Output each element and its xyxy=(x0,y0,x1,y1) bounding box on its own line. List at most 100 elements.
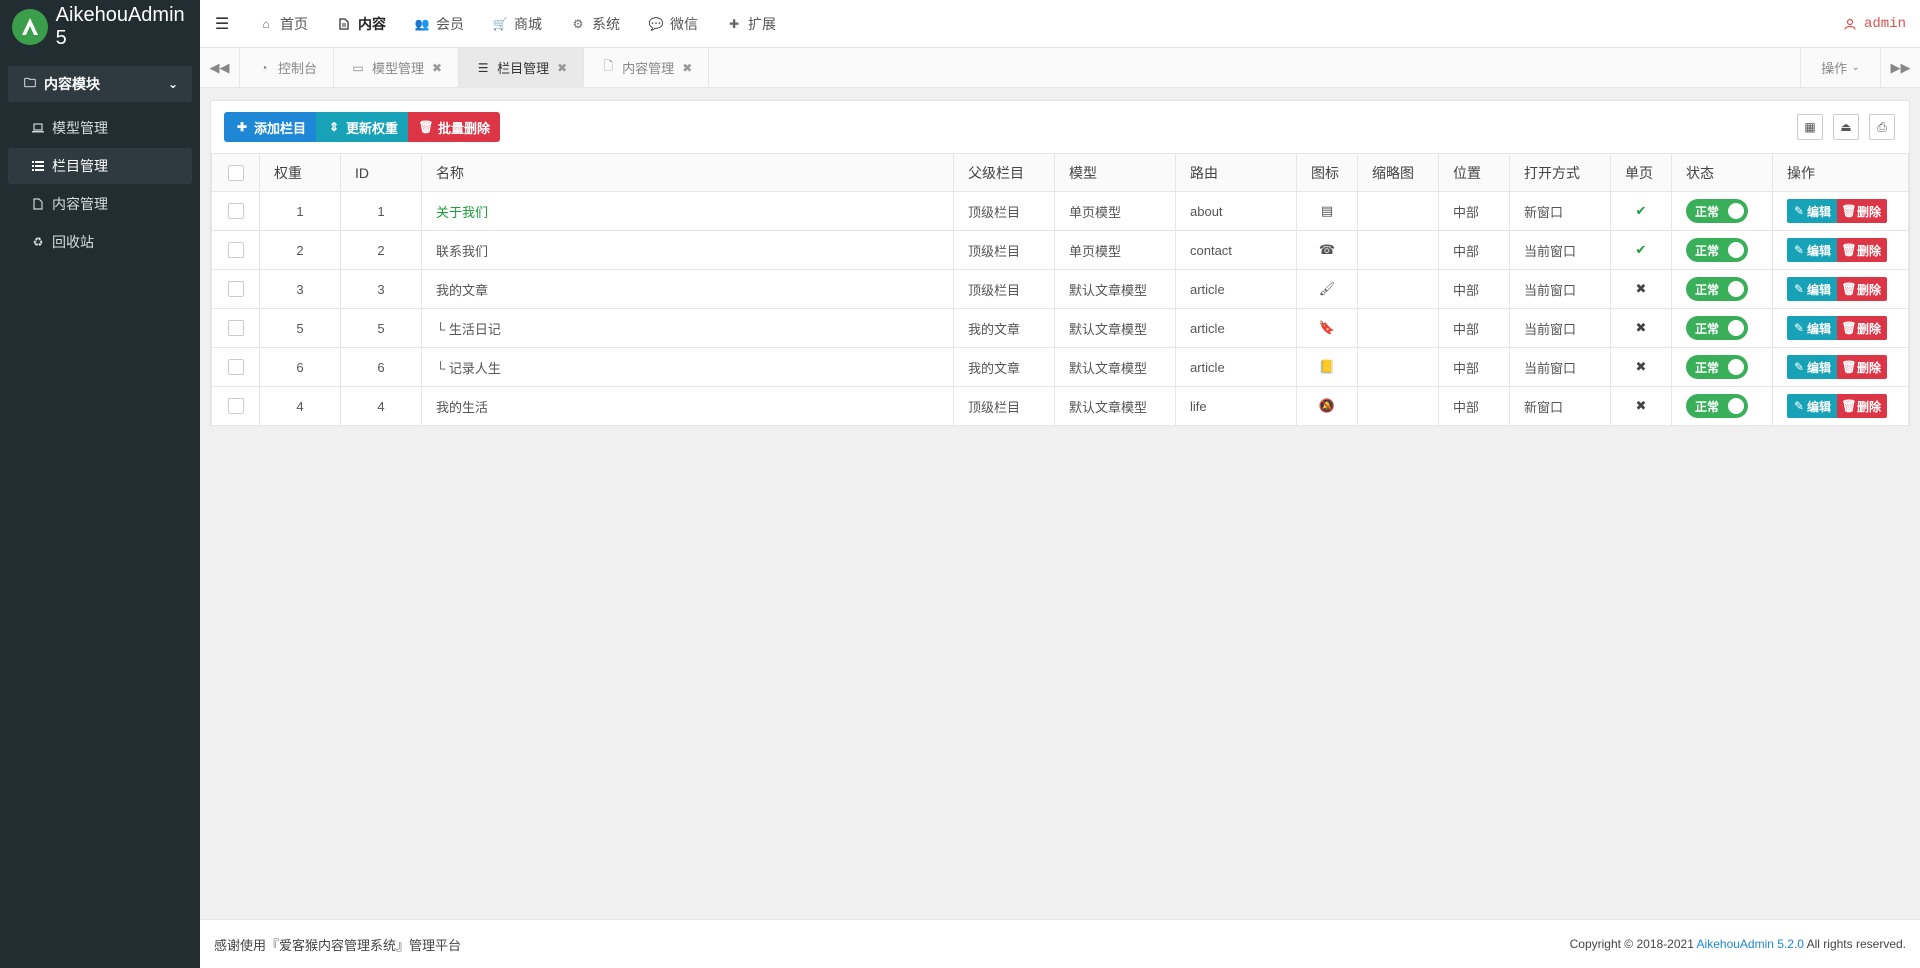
update-weight-button[interactable]: ⇕ 更新权重 xyxy=(316,112,409,142)
topnav-content[interactable]: 内容 xyxy=(322,0,400,48)
edit-button[interactable]: ✎ 编辑 xyxy=(1787,277,1838,301)
status-toggle[interactable]: 正常 xyxy=(1686,316,1748,340)
export-icon[interactable]: ⏏ xyxy=(1833,114,1859,140)
menu-toggle-icon[interactable]: ☰ xyxy=(200,14,244,34)
sidebar-item-model[interactable]: 模型管理 xyxy=(8,110,192,146)
col-id[interactable]: ID xyxy=(340,153,422,192)
edit-button[interactable]: ✎ 编辑 xyxy=(1787,394,1838,418)
edit-button[interactable]: ✎ 编辑 xyxy=(1787,238,1838,262)
cell-weight[interactable]: 5 xyxy=(259,308,341,348)
col-open[interactable]: 打开方式 xyxy=(1509,153,1611,192)
tab-operations-dropdown[interactable]: 操作 ⌄ xyxy=(1800,48,1880,87)
row-select-cell[interactable] xyxy=(211,191,260,231)
topnav-home[interactable]: ⌂ 首页 xyxy=(244,0,322,48)
cell-name[interactable]: 关于我们 xyxy=(421,191,954,231)
delete-button[interactable]: 🗑 删除 xyxy=(1837,394,1888,418)
brand[interactable]: AikehouAdmin 5 xyxy=(0,0,200,54)
close-icon[interactable]: ✖ xyxy=(557,61,567,75)
col-model[interactable]: 模型 xyxy=(1054,153,1176,192)
status-toggle[interactable]: 正常 xyxy=(1686,238,1748,262)
table-row[interactable]: 3 3 我的文章 顶级栏目 默认文章模型 article 🖌 中部 当前窗口 ✖ 正常 ✎ 编辑 🗑 删除 xyxy=(211,269,1909,309)
status-toggle[interactable]: 正常 xyxy=(1686,355,1748,379)
sidebar-item-recycle[interactable]: ♻ 回收站 xyxy=(8,224,192,260)
tab-scroll-right-icon[interactable]: ▶▶ xyxy=(1880,48,1920,87)
status-toggle[interactable]: 正常 xyxy=(1686,277,1748,301)
user-menu[interactable]: admin xyxy=(1842,16,1906,32)
row-select-cell[interactable] xyxy=(211,230,260,270)
table-row[interactable]: 2 2 联系我们 顶级栏目 单页模型 contact ☎ 中部 当前窗口 ✔ 正常 ✎ 编辑 🗑 删除 xyxy=(211,230,1909,270)
col-route[interactable]: 路由 xyxy=(1175,153,1297,192)
edit-icon: ✎ xyxy=(1793,282,1805,296)
status-toggle[interactable]: 正常 xyxy=(1686,394,1748,418)
tab-dashboard[interactable]: ◔ 控制台 xyxy=(240,48,335,87)
cell-weight[interactable]: 1 xyxy=(259,191,341,231)
table-row[interactable]: 5 5 └ 生活日记 我的文章 默认文章模型 article 🔖 中部 当前窗口 ✖ 正常 ✎ 编辑 🗑 删… xyxy=(211,308,1909,348)
row-select-cell[interactable] xyxy=(211,269,260,309)
table-row[interactable]: 6 6 └ 记录人生 我的文章 默认文章模型 article 📒 中部 当前窗口 ✖ 正常 ✎ 编辑 🗑 删… xyxy=(211,347,1909,387)
row-checkbox[interactable] xyxy=(227,398,244,415)
sidebar-module-content[interactable]: 🗀 内容模块 ⌄ xyxy=(8,66,192,102)
cell-thumb xyxy=(1357,386,1439,426)
delete-button[interactable]: 🗑 删除 xyxy=(1837,355,1888,379)
tab-category[interactable]: ☰ 栏目管理 ✖ xyxy=(459,48,585,87)
close-icon[interactable]: ✖ xyxy=(682,61,692,75)
cell-weight[interactable]: 3 xyxy=(259,269,341,309)
col-icon[interactable]: 图标 xyxy=(1296,153,1358,192)
status-toggle[interactable]: 正常 xyxy=(1686,199,1748,223)
add-category-button[interactable]: ✚ 添加栏目 xyxy=(224,112,317,142)
row-checkbox[interactable] xyxy=(227,359,244,376)
cell-position: 中部 xyxy=(1438,386,1510,426)
toggle-knob xyxy=(1728,359,1744,375)
copyright-link[interactable]: AikehouAdmin 5.2.0 xyxy=(1697,937,1804,951)
sidebar-item-category[interactable]: 栏目管理 xyxy=(8,148,192,184)
cell-single: ✔ xyxy=(1610,191,1672,231)
tab-scroll-left-icon[interactable]: ◀◀ xyxy=(200,48,240,87)
topnav-member[interactable]: 👥 会员 xyxy=(400,0,478,48)
tab-model[interactable]: ▭ 模型管理 ✖ xyxy=(334,48,460,87)
topnav-system[interactable]: ⚙ 系统 xyxy=(556,0,634,48)
category-panel: ✚ 添加栏目 ⇕ 更新权重 🗑 批量删除 ▦ ⏏ ⎙ 权重 ID 名称 父级栏目 模型… xyxy=(210,100,1910,426)
topnav-extend[interactable]: ✚ 扩展 xyxy=(712,0,790,48)
table-row[interactable]: 4 4 我的生活 顶级栏目 默认文章模型 life 🔕 中部 新窗口 ✖ 正常 ✎ 编辑 🗑 删除 xyxy=(211,386,1909,426)
print-icon[interactable]: ⎙ xyxy=(1869,114,1895,140)
delete-button[interactable]: 🗑 删除 xyxy=(1837,199,1888,223)
row-select-cell[interactable] xyxy=(211,308,260,348)
table-row[interactable]: 1 1 关于我们 顶级栏目 单页模型 about ▤ 中部 新窗口 ✔ 正常 ✎ 编辑 🗑 删除 xyxy=(211,191,1909,231)
col-position[interactable]: 位置 xyxy=(1438,153,1510,192)
cell-parent: 顶级栏目 xyxy=(953,230,1055,270)
edit-button[interactable]: ✎ 编辑 xyxy=(1787,316,1838,340)
edit-button[interactable]: ✎ 编辑 xyxy=(1787,199,1838,223)
select-all-cell[interactable] xyxy=(211,153,260,192)
col-parent[interactable]: 父级栏目 xyxy=(953,153,1055,192)
row-checkbox[interactable] xyxy=(227,320,244,337)
topnav-label: 系统 xyxy=(592,15,620,32)
cell-position: 中部 xyxy=(1438,308,1510,348)
batch-delete-button[interactable]: 🗑 批量删除 xyxy=(408,112,501,142)
col-single[interactable]: 单页 xyxy=(1610,153,1672,192)
edit-button[interactable]: ✎ 编辑 xyxy=(1787,355,1838,379)
row-checkbox[interactable] xyxy=(227,281,244,298)
col-name[interactable]: 名称 xyxy=(421,153,954,192)
sidebar-item-content[interactable]: 内容管理 xyxy=(8,186,192,222)
row-checkbox[interactable] xyxy=(227,242,244,259)
cell-ops: ✎ 编辑 🗑 删除 xyxy=(1772,230,1909,270)
cell-weight[interactable]: 2 xyxy=(259,230,341,270)
col-weight[interactable]: 权重 xyxy=(259,153,341,192)
cell-weight[interactable]: 6 xyxy=(259,347,341,387)
row-checkbox[interactable] xyxy=(227,203,244,220)
delete-button[interactable]: 🗑 删除 xyxy=(1837,277,1888,301)
cell-route: article xyxy=(1175,269,1297,309)
cell-weight[interactable]: 4 xyxy=(259,386,341,426)
close-icon[interactable]: ✖ xyxy=(432,61,442,75)
col-status[interactable]: 状态 xyxy=(1671,153,1773,192)
topnav-shop[interactable]: 🛒 商城 xyxy=(478,0,556,48)
col-thumb[interactable]: 缩略图 xyxy=(1357,153,1439,192)
delete-button[interactable]: 🗑 删除 xyxy=(1837,316,1888,340)
columns-icon[interactable]: ▦ xyxy=(1797,114,1823,140)
tab-content[interactable]: 🗋 内容管理 ✖ xyxy=(584,48,710,87)
delete-button[interactable]: 🗑 删除 xyxy=(1837,238,1888,262)
select-all-checkbox[interactable] xyxy=(227,165,244,182)
topnav-wechat[interactable]: 💬 微信 xyxy=(634,0,712,48)
row-select-cell[interactable] xyxy=(211,347,260,387)
row-select-cell[interactable] xyxy=(211,386,260,426)
